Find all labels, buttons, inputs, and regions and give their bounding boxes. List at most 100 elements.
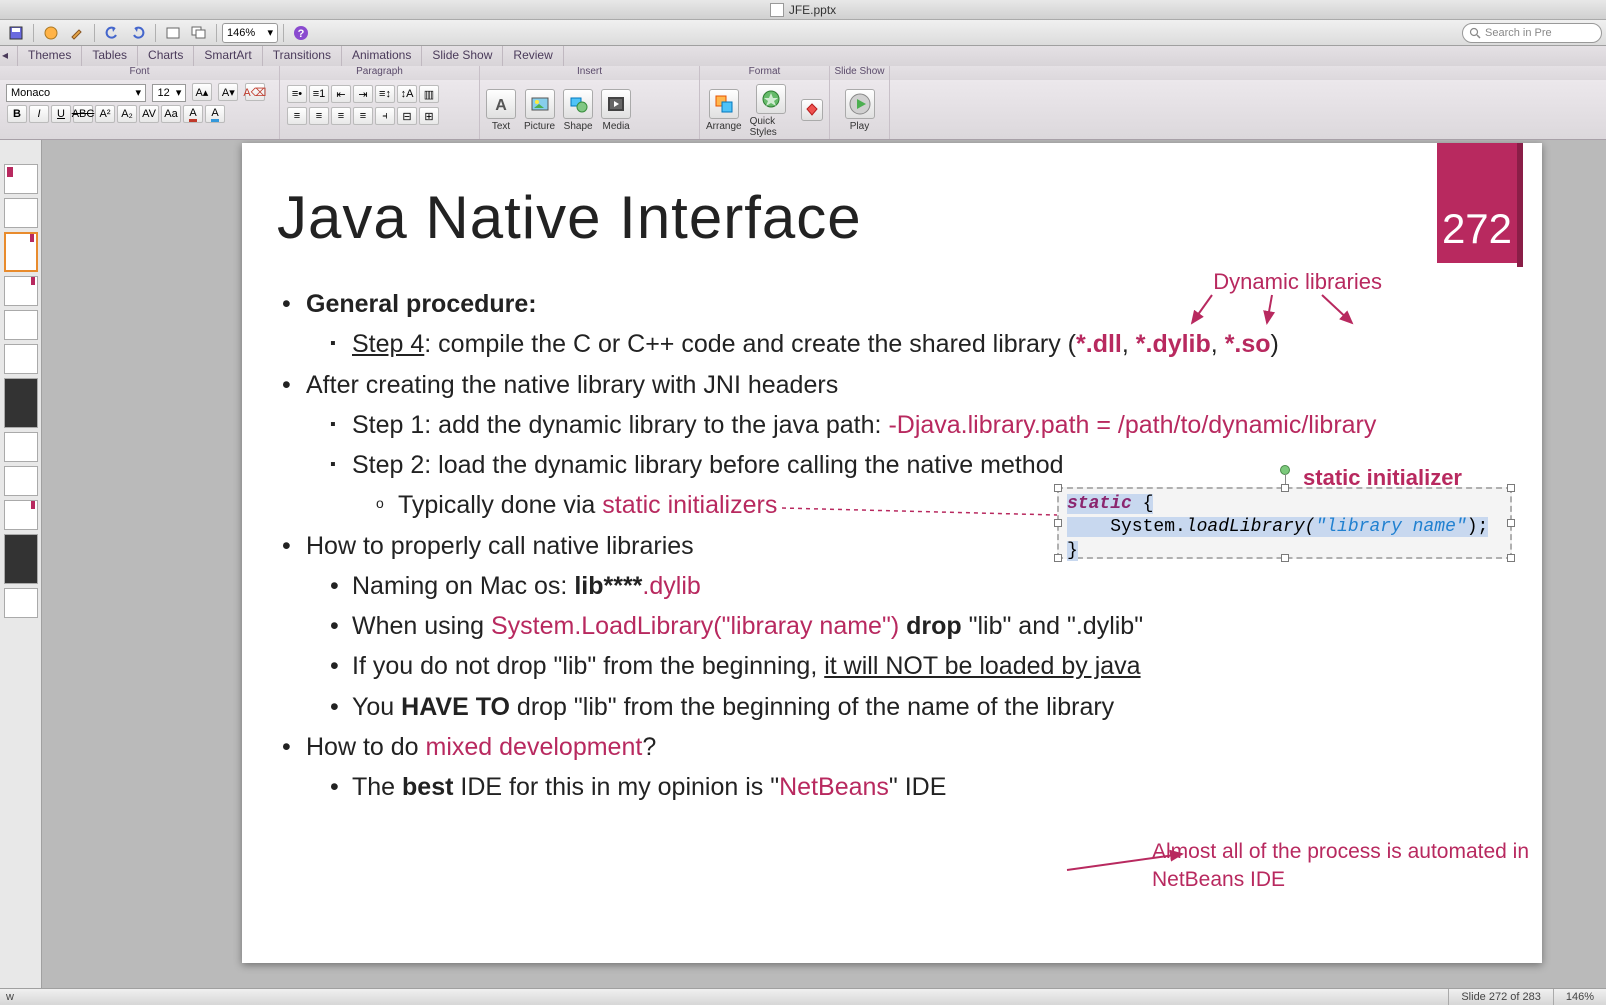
tab-smartart[interactable]: SmartArt [194, 46, 262, 66]
align-distribute-button[interactable]: ⫞ [375, 107, 395, 125]
change-case-button[interactable]: Aa [161, 105, 181, 123]
svg-text:?: ? [298, 28, 305, 40]
netbeans-note: Almost all of the process is automated i… [1152, 838, 1532, 893]
insert-picture-button[interactable]: Picture [524, 89, 555, 132]
slide-position-label: Slide 272 of 283 [1448, 989, 1553, 1005]
columns-button[interactable]: ▥ [419, 85, 439, 103]
save-button[interactable] [4, 23, 28, 43]
resize-handle[interactable] [1281, 484, 1289, 492]
ribbon-tabs: ◂ Themes Tables Charts SmartArt Transiti… [0, 46, 1606, 66]
clear-format-button[interactable]: A⌫ [245, 83, 265, 101]
slide-thumb[interactable] [4, 588, 38, 618]
indent-button[interactable]: ⇥ [353, 85, 373, 103]
bold-button[interactable]: B [7, 105, 27, 123]
view-label: w [0, 991, 14, 1003]
workspace: × Java Native Interface 272 Dynamic libr… [0, 140, 1606, 988]
resize-handle[interactable] [1507, 519, 1515, 527]
shape-fill-button[interactable] [801, 99, 823, 123]
search-input[interactable]: Search in Pre [1462, 23, 1602, 43]
tab-themes[interactable]: Themes [18, 46, 82, 66]
insert-shape-button[interactable]: Shape [563, 89, 593, 132]
slide-thumb[interactable] [4, 310, 38, 340]
tab-animations[interactable]: Animations [342, 46, 422, 66]
align-center-button[interactable]: ≡ [309, 107, 329, 125]
resize-handle[interactable] [1054, 519, 1062, 527]
quick-access-toolbar: 146%▾ ? Search in Pre [0, 20, 1606, 46]
subscript-button[interactable]: A₂ [117, 105, 137, 123]
format-brush-button[interactable] [65, 23, 89, 43]
numbering-button[interactable]: ≡1 [309, 85, 329, 103]
tab-tables[interactable]: Tables [82, 46, 138, 66]
tab-charts[interactable]: Charts [138, 46, 194, 66]
resize-handle[interactable] [1281, 554, 1289, 562]
tab-home-collapse[interactable]: ◂ [0, 46, 18, 66]
help-icon[interactable]: ? [289, 23, 313, 43]
superscript-button[interactable]: A² [95, 105, 115, 123]
search-icon [1469, 27, 1481, 39]
quick-styles-button[interactable]: Quick Styles [750, 84, 793, 138]
zoom-label[interactable]: 146% [1553, 989, 1606, 1005]
align-vertical-button[interactable]: ⊟ [397, 107, 417, 125]
slide-thumb[interactable] [4, 276, 38, 306]
slide-thumb[interactable] [4, 466, 38, 496]
convert-smartart-button[interactable]: ⊞ [419, 107, 439, 125]
grow-font-button[interactable]: A▴ [192, 83, 212, 101]
resize-handle[interactable] [1054, 554, 1062, 562]
arrange-button[interactable]: Arrange [706, 89, 742, 132]
shrink-font-button[interactable]: A▾ [218, 83, 238, 101]
tab-slideshow[interactable]: Slide Show [422, 46, 503, 66]
new-slide-button[interactable] [161, 23, 185, 43]
window-titlebar: JFE.pptx [0, 0, 1606, 20]
thumbnail-panel[interactable]: × [0, 140, 42, 988]
redo-button[interactable] [126, 23, 150, 43]
group-slideshow: Play [830, 80, 890, 139]
slide-thumb[interactable] [4, 534, 38, 584]
justify-button[interactable]: ≡ [353, 107, 373, 125]
char-spacing-button[interactable]: AV [139, 105, 159, 123]
font-color-button[interactable]: A [183, 105, 203, 123]
slide-canvas[interactable]: Java Native Interface 272 Dynamic librar… [42, 140, 1606, 988]
underline-button[interactable]: U [51, 105, 71, 123]
connector-dashed [782, 503, 1062, 523]
slide-thumb[interactable] [4, 344, 38, 374]
insert-text-button[interactable]: AText [486, 89, 516, 132]
resize-handle[interactable] [1507, 554, 1515, 562]
group-format: Arrange Quick Styles [700, 80, 830, 139]
group-paragraph: ≡• ≡1 ⇤ ⇥ ≡↕ ↕A ▥ ≡ ≡ ≡ ≡ ⫞ ⊟ ⊞ [280, 80, 480, 139]
duplicate-slide-button[interactable] [187, 23, 211, 43]
resize-handle[interactable] [1507, 484, 1515, 492]
text-direction-button[interactable]: ↕A [397, 85, 417, 103]
highlight-button[interactable]: A [205, 105, 225, 123]
slide-thumb[interactable] [4, 164, 38, 194]
italic-button[interactable]: I [29, 105, 49, 123]
slide-thumb[interactable] [4, 432, 38, 462]
undo-button[interactable] [100, 23, 124, 43]
svg-text:A: A [495, 97, 507, 114]
line-spacing-button[interactable]: ≡↕ [375, 85, 395, 103]
window-title: JFE.pptx [789, 3, 836, 17]
slide-number-badge: 272 [1437, 143, 1517, 263]
dedent-button[interactable]: ⇤ [331, 85, 351, 103]
slide-thumb[interactable] [4, 500, 38, 530]
strike-button[interactable]: ABC [73, 105, 93, 123]
zoom-combo[interactable]: 146%▾ [222, 23, 278, 43]
bullets-button[interactable]: ≡• [287, 85, 307, 103]
align-right-button[interactable]: ≡ [331, 107, 351, 125]
slide-thumb[interactable] [4, 198, 38, 228]
font-size-combo[interactable]: 12▾ [152, 84, 186, 102]
slide-title[interactable]: Java Native Interface [277, 183, 862, 252]
play-button[interactable]: Play [845, 89, 875, 132]
slide: Java Native Interface 272 Dynamic librar… [242, 143, 1542, 963]
group-font: Monaco▾ 12▾ A▴ A▾ A⌫ B I U ABC A² A₂ AV … [0, 80, 280, 139]
resize-handle[interactable] [1054, 484, 1062, 492]
font-name-combo[interactable]: Monaco▾ [6, 84, 146, 102]
help-button[interactable] [39, 23, 63, 43]
align-left-button[interactable]: ≡ [287, 107, 307, 125]
tab-review[interactable]: Review [503, 46, 563, 66]
slide-thumb[interactable] [4, 378, 38, 428]
ribbon-group-labels: Font Paragraph Insert Format Slide Show [0, 66, 1606, 80]
tab-transitions[interactable]: Transitions [263, 46, 342, 66]
insert-media-button[interactable]: Media [601, 89, 631, 132]
slide-thumb-current[interactable] [4, 232, 38, 272]
code-textbox-selected[interactable]: static { System.loadLibrary("library nam… [1057, 487, 1512, 559]
